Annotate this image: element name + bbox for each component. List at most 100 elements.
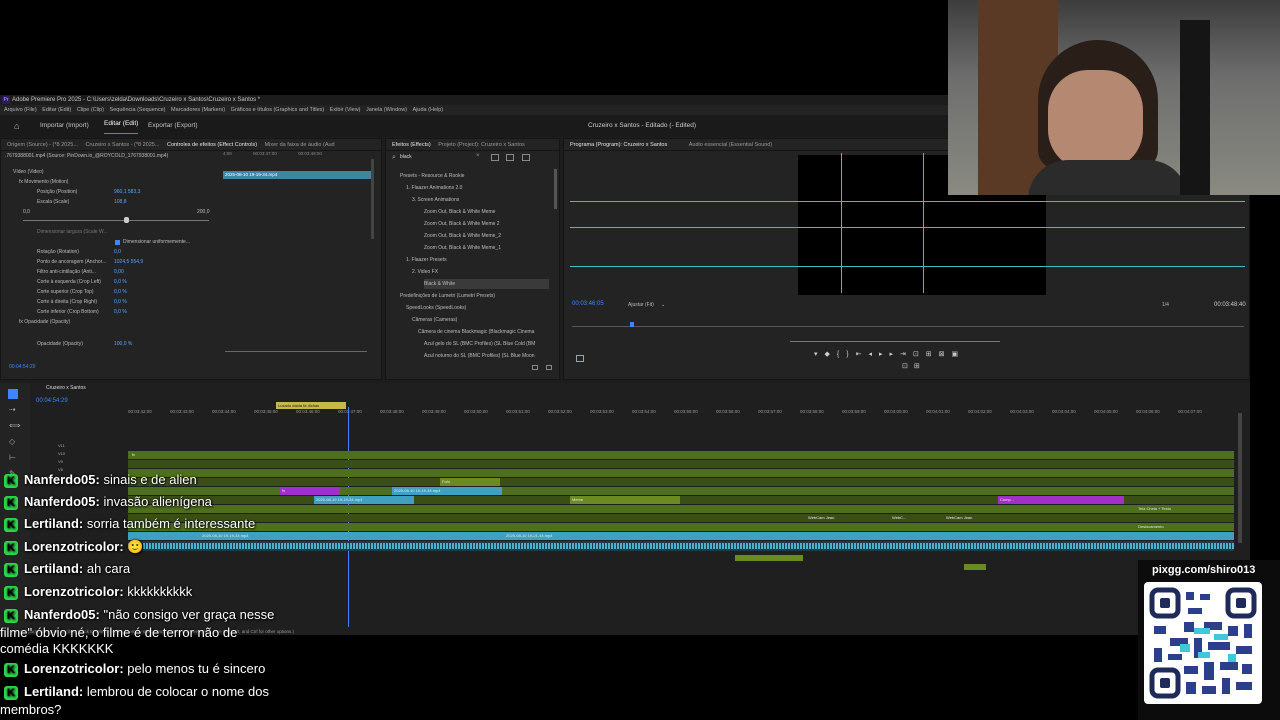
prop-opacity-group[interactable]: fx Opacidade (Opacity) — [19, 317, 70, 327]
slip-icon[interactable]: ⊢ — [9, 453, 16, 462]
program-zoom-bar[interactable] — [790, 341, 1000, 342]
delete-icon[interactable] — [546, 365, 552, 370]
clip-fofo[interactable]: Fofo — [440, 478, 500, 486]
uniform-scale-checkbox[interactable] — [115, 240, 120, 245]
effects-search-input[interactable]: black — [400, 153, 482, 162]
timeline-scrollbar[interactable] — [1238, 413, 1242, 543]
prop-rotation-value[interactable]: 0,0 — [114, 247, 121, 257]
tree-item[interactable]: 2. Video FX — [412, 267, 438, 277]
effect-zoom-scroll[interactable] — [225, 351, 367, 352]
tab-project[interactable]: Projeto (Project): Cruzeiro x Santos — [438, 142, 525, 148]
prop-anchor-value[interactable]: 1024,5 554,9 — [114, 257, 143, 267]
ripple-edit-icon[interactable]: ⟺ — [9, 421, 20, 430]
tree-item[interactable]: Zoom Out, Black & White Meme_1 — [424, 243, 501, 253]
clip-deslocamento[interactable]: Deslocamento — [1136, 523, 1216, 531]
tree-item[interactable]: Predefinições de Lumetri (Lumetri Preset… — [400, 291, 495, 301]
accelerated-filter-icon[interactable] — [491, 154, 499, 161]
tree-item[interactable]: Zoom Out, Black & White Meme_2 — [424, 231, 501, 241]
workspace-edit[interactable]: Editar (Edit) — [104, 115, 139, 134]
clip-webcam[interactable]: WebCam Jean — [944, 514, 1004, 522]
tree-item-selected[interactable]: Black & White — [424, 279, 549, 289]
prop-opacity-value[interactable]: 100,0 % — [114, 339, 132, 349]
new-bin-icon[interactable] — [532, 365, 538, 370]
tab-audio-mixer[interactable]: Mixer da faixa de áudio (Aud — [265, 142, 335, 148]
clip-webcam-short[interactable]: WebC... — [890, 514, 920, 522]
yuv-filter-icon[interactable] — [522, 154, 530, 161]
sequence-tab[interactable]: Cruzeiro x Santos — [46, 385, 86, 391]
track-v9[interactable] — [128, 460, 1234, 468]
marker-label[interactable]: Lusado dalda fa dlchas — [276, 402, 346, 409]
tree-item[interactable]: SpeedLooks (SpeedLooks) — [406, 303, 466, 313]
prop-scale-value[interactable]: 108,8 — [114, 197, 127, 207]
menu-view[interactable]: Exibir (View) — [330, 107, 361, 113]
track-label[interactable]: V10 — [58, 451, 65, 456]
audio-clip-a3[interactable] — [964, 564, 986, 570]
settings-icon[interactable] — [576, 355, 584, 362]
clip-comp[interactable]: Comp... — [998, 496, 1124, 504]
prop-crop-top-value[interactable]: 0,0 % — [114, 287, 127, 297]
menu-markers[interactable]: Marcadores (Markers) — [171, 107, 225, 113]
audio-clip-a2[interactable] — [735, 555, 803, 561]
prop-crop-bottom-value[interactable]: 0,0 % — [114, 307, 127, 317]
scrollbar[interactable] — [371, 159, 374, 239]
tree-item[interactable]: 3. Screen Animations — [412, 195, 459, 205]
tree-item[interactable]: Zoom Out, Black & White Meme 2 — [424, 219, 500, 229]
tree-item[interactable]: Azul noturno do SL (BMC Profiles) (SL Bl… — [424, 351, 535, 361]
home-icon[interactable]: ⌂ — [14, 121, 24, 131]
workspace-export[interactable]: Exportar (Export) — [148, 115, 198, 137]
clip-video[interactable]: 2025-08-10 19-19-34.mp4 — [392, 487, 502, 495]
program-current-timecode[interactable]: 00:03:46:05 — [572, 301, 604, 307]
tab-sequence-source[interactable]: Cruzeiro x Santos - (*8 2025... — [85, 142, 159, 148]
timeline-timecode[interactable]: 00:04:54:29 — [36, 398, 68, 404]
tree-item[interactable]: Presets - Resource & Rookie — [400, 171, 464, 181]
clip-v1[interactable]: 2025-08-10 19-21-44.mp4 — [504, 532, 624, 540]
menu-edit[interactable]: Editar (Edit) — [42, 107, 71, 113]
tree-item[interactable]: Azul gelo do SL (BMC Profiles) (SL Blue … — [424, 339, 535, 349]
clip-fx[interactable]: fx — [130, 451, 150, 459]
tab-program[interactable]: Programa (Program): Cruzeiro x Santos — [570, 142, 667, 148]
timeline-ruler[interactable]: 00:03:42:00 00:03:43:00 00:03:44:00 00:0… — [128, 409, 1238, 417]
tab-essential-sound[interactable]: Áudio essencial (Essential Sound) — [689, 142, 772, 148]
effect-clip-bar[interactable]: 2025-08-10 19-19-34.mp4 — [223, 171, 371, 179]
menu-clip[interactable]: Clipe (Clip) — [77, 107, 104, 113]
transport-controls[interactable]: ▾◆{}⇤◂▸▸⇥⊡⊞⊠▣ — [814, 350, 965, 358]
qr-code[interactable] — [1144, 582, 1262, 704]
track-label[interactable]: V11 — [58, 443, 65, 448]
clear-search-icon[interactable]: × — [476, 153, 480, 159]
prop-crop-left-value[interactable]: 0,0 % — [114, 277, 127, 287]
32bit-filter-icon[interactable] — [506, 154, 514, 161]
export-frame-icon[interactable]: ⊡⊞ — [902, 362, 926, 370]
tab-effects[interactable]: Efeitos (Effects) — [392, 142, 431, 148]
prop-crop-right-value[interactable]: 0,0 % — [114, 297, 127, 307]
prop-position-value[interactable]: 960,1 583,3 — [114, 187, 140, 197]
tree-item[interactable]: Zoom Out, Black & White Meme — [424, 207, 495, 217]
playhead-icon[interactable] — [630, 322, 634, 327]
fit-dropdown[interactable]: Ajustar (Fit) — [628, 302, 654, 308]
track-label[interactable]: V9 — [58, 459, 63, 464]
tab-effect-controls[interactable]: Controles de efeitos (Effect Controls) — [167, 142, 257, 148]
menu-sequence[interactable]: Sequência (Sequence) — [110, 107, 166, 113]
track-select-icon[interactable]: ⇢ — [9, 405, 16, 414]
tree-item[interactable]: Câmeras (Cameras) — [412, 315, 457, 325]
workspace-import[interactable]: Importar (Import) — [40, 115, 89, 137]
clip-webcam[interactable]: WebCam Jean — [806, 514, 866, 522]
clip-tela-cheia[interactable]: Tela Cheia + Texto — [1136, 505, 1216, 513]
selection-tool-icon[interactable] — [8, 389, 18, 399]
menu-file[interactable]: Arquivo (File) — [4, 107, 37, 113]
tree-item[interactable]: 1. Flaazer Presets — [406, 255, 447, 265]
razor-icon[interactable]: ◇ — [9, 437, 15, 446]
prop-motion[interactable]: fx Movimento (Motion) — [19, 177, 68, 187]
menu-window[interactable]: Janela (Window) — [366, 107, 407, 113]
clip-meme[interactable]: Meme — [570, 496, 680, 504]
effects-scrollbar[interactable] — [554, 169, 557, 209]
prop-anti-flicker-value[interactable]: 0,00 — [114, 267, 124, 277]
track-v10[interactable] — [128, 451, 1234, 459]
tree-item[interactable]: 1. Flaazer Animations 2.0 — [406, 183, 462, 193]
tree-item[interactable]: Câmera de cinema Blackmagic (Blackmagic … — [418, 327, 534, 337]
program-ruler[interactable] — [572, 326, 1244, 327]
scale-slider[interactable] — [23, 220, 209, 221]
menu-help[interactable]: Ajuda (Help) — [413, 107, 444, 113]
menu-graphics[interactable]: Gráficos e títulos (Graphics and Titles) — [231, 107, 325, 113]
resolution-dropdown[interactable]: 1/4 — [1162, 302, 1169, 308]
pix-url[interactable]: pixgg.com/shiro013 — [1152, 564, 1255, 576]
